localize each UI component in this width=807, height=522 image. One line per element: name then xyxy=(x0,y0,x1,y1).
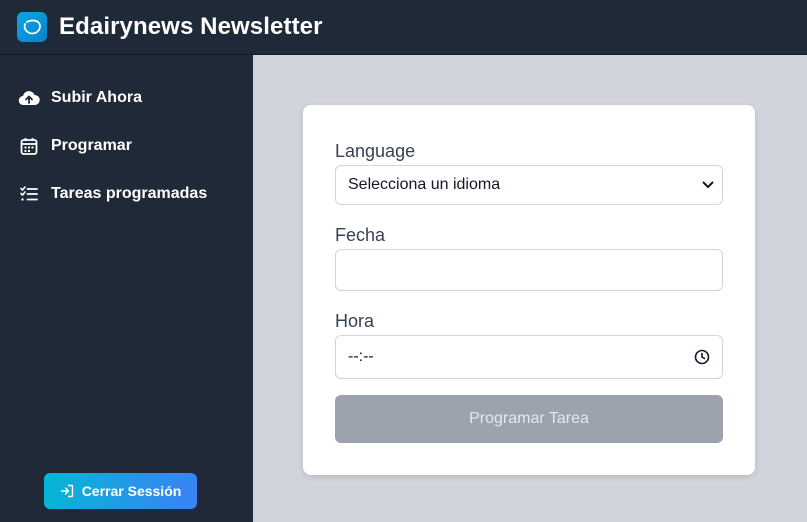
date-label: Fecha xyxy=(335,225,386,245)
sidebar-item-programar[interactable]: Programar xyxy=(17,133,132,159)
clock-icon[interactable] xyxy=(694,349,710,365)
sign-out-icon xyxy=(60,484,74,498)
sidebar-item-subir-ahora[interactable]: Subir Ahora xyxy=(17,85,142,111)
sidebar-item-tareas-programadas[interactable]: Tareas programadas xyxy=(17,181,207,207)
chevron-down-icon xyxy=(702,181,714,189)
sidebar-item-label: Tareas programadas xyxy=(51,185,208,202)
schedule-form-card: Language Selecciona un idioma Fecha Hora… xyxy=(303,105,755,475)
calendar-icon xyxy=(17,134,41,158)
sidebar: Subir Ahora Programar Tareas programadas… xyxy=(0,55,253,522)
top-bar: Edairynews Newsletter xyxy=(0,0,807,55)
language-select-value: Selecciona un idioma xyxy=(348,176,501,193)
logout-button[interactable]: Cerrar Sessión xyxy=(44,473,197,509)
app-title: Edairynews Newsletter xyxy=(59,13,323,40)
submit-button[interactable]: Programar Tarea xyxy=(335,395,723,443)
time-input-value: --:-- xyxy=(348,348,374,365)
cloud-upload-icon xyxy=(17,86,41,110)
language-select[interactable]: Selecciona un idioma xyxy=(335,165,723,205)
date-input[interactable] xyxy=(335,249,723,291)
sidebar-item-label: Subir Ahora xyxy=(51,89,142,106)
language-label: Language xyxy=(335,141,416,161)
logout-button-label: Cerrar Sessión xyxy=(81,483,182,499)
list-check-icon xyxy=(17,182,41,206)
edairy-logo-icon xyxy=(17,12,47,42)
time-input[interactable]: --:-- xyxy=(335,335,723,379)
sidebar-item-label: Programar xyxy=(51,137,132,154)
time-label: Hora xyxy=(335,311,375,331)
